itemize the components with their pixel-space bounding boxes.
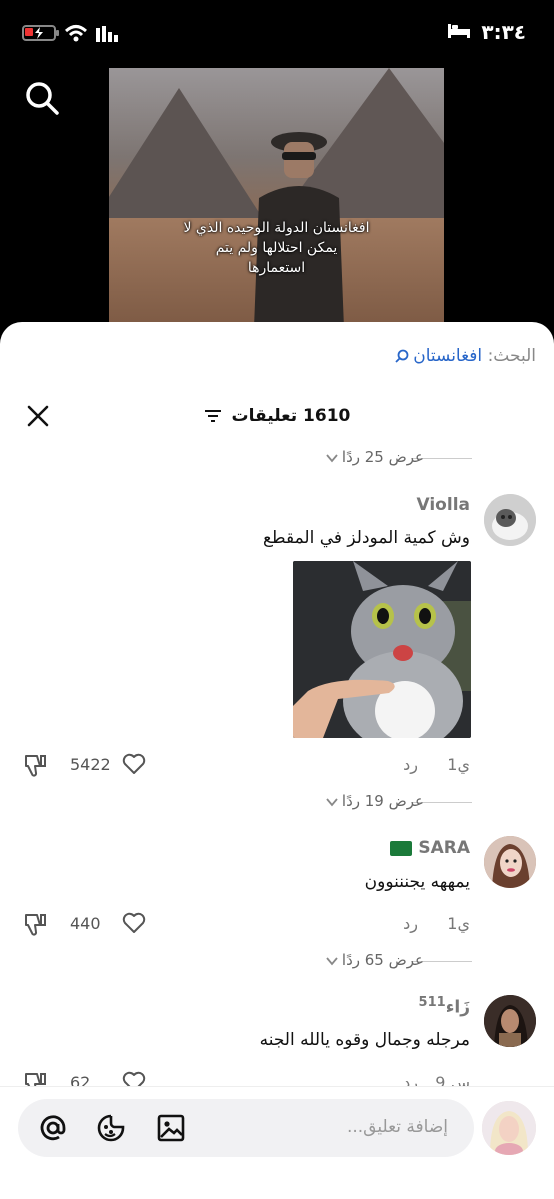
sort-filter-icon[interactable] [204,409,222,423]
view-replies-label: عرض 65 ردًا [341,951,424,969]
sticker-emoji-icon[interactable] [96,1113,126,1143]
heart-icon[interactable] [122,912,146,934]
comment-input[interactable]: إضافة تعليق... [18,1099,474,1157]
like-count: 5422 [70,755,111,774]
search-term[interactable]: افغانستان [413,346,482,366]
comment-username[interactable]: زَاء511 [419,995,470,1018]
chevron-down-icon [326,453,338,462]
search-icon[interactable] [24,80,60,116]
video-player[interactable]: افغانستان الدولة الوحيده الذي لا يمكن اح… [109,68,444,322]
comment-username[interactable]: Violla [417,495,471,515]
flag-badge: 🇸🇦 [390,840,413,856]
battery-icon [22,25,59,41]
subtitle-line: يمكن احتلالها ولم يتم [215,240,338,256]
image-icon[interactable] [156,1113,186,1143]
heart-icon[interactable] [122,753,146,775]
subtitle-line: استعمارها [247,260,306,276]
view-replies-button[interactable]: عرض 25 ردًا [326,448,424,466]
close-icon[interactable] [26,404,50,428]
username-text: SARA [418,838,470,858]
view-replies-button[interactable]: عرض 19 ردًا [326,792,424,810]
comment-composer: إضافة تعليق... [0,1086,554,1199]
chevron-down-icon [326,956,338,965]
username-suffix: 511 [418,995,446,1010]
view-replies-label: عرض 25 ردًا [341,448,424,466]
search-prefix: البحث: [487,346,536,366]
status-time: ٣:٣٤ [481,20,526,44]
search-small-icon [395,349,409,363]
comment-actions: 1ي رد 5422 [0,751,554,779]
comment-actions: 1ي رد 440 [0,910,554,938]
signal-icon [96,26,118,42]
comments-label: تعليقات [231,406,298,426]
view-replies-button[interactable]: عرض 65 ردًا [326,951,424,969]
comments-header: 1610 تعليقات [0,398,554,434]
chevron-down-icon [326,797,338,806]
comments-sheet: البحث: افغانستان 1610 تعليقات عرض 25 ردً… [0,322,554,1199]
avatar[interactable] [484,836,536,888]
comment-time: 1ي [447,755,470,774]
comments-title[interactable]: 1610 تعليقات [0,406,554,426]
avatar[interactable] [484,494,536,546]
search-suggestion[interactable]: البحث: افغانستان [395,346,536,366]
avatar[interactable] [484,995,536,1047]
like-count: 440 [70,914,101,933]
dislike-icon[interactable] [22,911,48,937]
comment-text: يمههه يجنننوون [364,872,470,892]
view-replies-label: عرض 19 ردًا [341,792,424,810]
comment-time: 1ي [447,914,470,933]
reply-button[interactable]: رد [403,755,418,774]
reply-button[interactable]: رد [403,914,418,933]
video-subtitle: افغانستان الدولة الوحيده الذي لا يمكن اح… [149,218,404,278]
comment-count: 1610 [303,406,351,426]
username-text: زَاء [445,997,470,1018]
comment-text: وش كمية المودلز في المقطع [262,528,470,548]
comment-input-placeholder: إضافة تعليق... [346,1117,448,1137]
sleep-mode-icon [448,24,470,38]
view-replies-row[interactable]: عرض 25 ردًا [0,448,554,468]
mention-icon[interactable] [38,1113,68,1143]
video-frame-person [254,132,344,322]
comment-username[interactable]: SARA 🇸🇦 [390,838,470,858]
comment-text: مرجله وجمال وقوه يالله الجنه [259,1030,470,1050]
dislike-icon[interactable] [22,752,48,778]
view-replies-row[interactable]: عرض 19 ردًا [0,792,554,812]
comment-image[interactable] [293,561,471,738]
current-user-avatar [482,1101,536,1155]
wifi-icon [64,25,88,42]
status-bar: ٣:٣٤ [0,0,554,62]
view-replies-row[interactable]: عرض 65 ردًا [0,951,554,971]
subtitle-line: افغانستان الدولة الوحيده الذي لا [183,220,370,236]
